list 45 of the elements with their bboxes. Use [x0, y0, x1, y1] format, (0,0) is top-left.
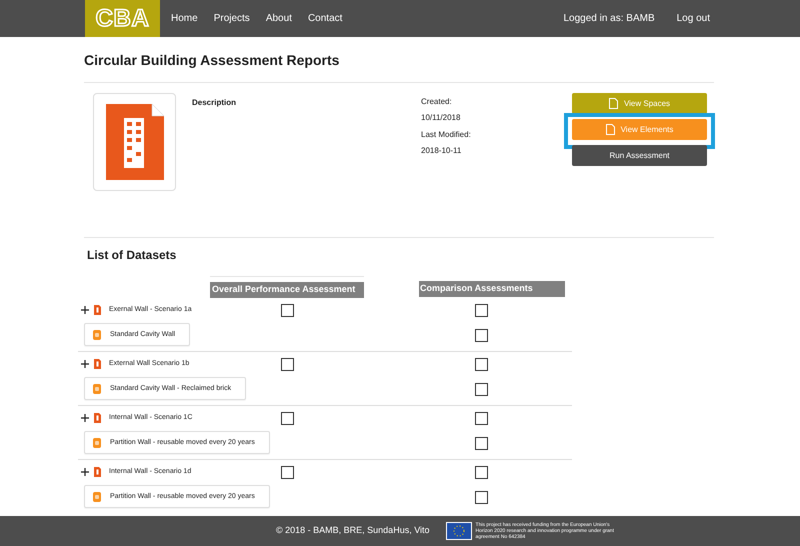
section-title: List of Datasets [87, 247, 178, 264]
document-icon [93, 384, 101, 394]
document-icon [93, 492, 101, 502]
checkbox[interactable] [475, 412, 488, 424]
checkbox[interactable] [475, 491, 488, 504]
checkbox[interactable] [475, 383, 488, 396]
created-label: Created: [421, 96, 453, 108]
checkbox[interactable] [475, 329, 488, 342]
document-icon [93, 330, 101, 340]
document-icon [608, 98, 618, 109]
building-document-icon [94, 467, 101, 477]
nav-link[interactable]: About [266, 11, 292, 26]
user-label: Logged in as: BAMB [563, 12, 655, 26]
building-document-icon [94, 359, 101, 369]
checkbox[interactable] [475, 466, 488, 478]
logout-link[interactable]: Log out [676, 11, 710, 26]
checkbox[interactable] [280, 358, 294, 370]
checkbox[interactable] [475, 304, 488, 316]
checkbox[interactable] [475, 437, 488, 450]
document-icon [606, 124, 615, 135]
flag-icon [446, 522, 472, 540]
building-document-icon [94, 305, 101, 315]
page-title: Circular Building Assessment Reports [84, 51, 340, 70]
nav-link[interactable]: Projects [214, 11, 250, 26]
expand-icon[interactable] [81, 468, 89, 476]
expand-icon[interactable] [81, 414, 89, 422]
nav-link[interactable]: Home [171, 11, 198, 26]
document-icon [93, 438, 101, 448]
created-date: 10/11/2018 [421, 112, 462, 124]
description-label: Description [192, 97, 238, 109]
checkbox[interactable] [475, 358, 488, 370]
column-header: Overall Performance Assessment [210, 282, 364, 298]
modified-date: 2018-10-11 [421, 145, 462, 157]
copyright-text: © 2018 - BAMB, BRE, SundaHus, Vito [276, 524, 430, 538]
building-document-icon [94, 413, 101, 423]
modified-label: Last Modified: [421, 129, 472, 141]
checkbox[interactable] [280, 304, 294, 316]
nav-link[interactable]: Contact [308, 11, 342, 26]
expand-icon[interactable] [81, 306, 89, 314]
run-assessment-button[interactable]: Run Assessment [572, 145, 707, 166]
checkbox[interactable] [280, 466, 294, 478]
checkbox[interactable] [280, 412, 294, 424]
column-header: Comparison Assessments [419, 281, 565, 296]
expand-icon[interactable] [81, 360, 89, 368]
building-document-icon [106, 104, 164, 180]
